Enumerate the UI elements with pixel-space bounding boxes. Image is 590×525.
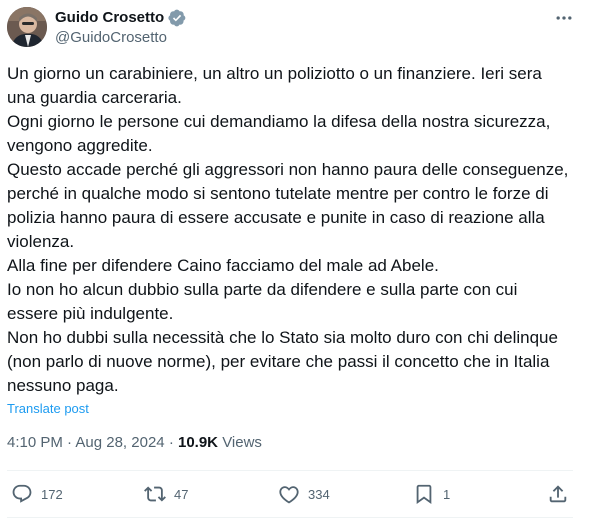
post-time[interactable]: 4:10 PM	[7, 434, 63, 451]
post-date[interactable]: Aug 28, 2024	[75, 434, 164, 451]
tweet-line: Ogni giorno le persone cui demandiamo la…	[7, 112, 551, 155]
author-name-row[interactable]: Guido Crosetto	[55, 8, 186, 28]
avatar[interactable]	[7, 7, 47, 47]
tweet-card: Guido Crosetto @GuidoCrosetto Un giorno …	[0, 0, 590, 525]
tweet-line: Alla fine per difendere Caino facciamo d…	[7, 256, 439, 275]
repost-icon	[144, 486, 166, 502]
tweet-line: Questo accade perché gli aggressori non …	[7, 160, 569, 251]
author-name[interactable]: Guido Crosetto	[55, 8, 164, 28]
action-bar: 172 47 334 1	[0, 471, 590, 517]
tweet-meta: 4:10 PM · Aug 28, 2024 · 10.9K Views	[7, 433, 262, 453]
like-count: 334	[308, 486, 330, 502]
reply-button[interactable]: 172	[11, 483, 63, 505]
bookmark-button[interactable]: 1	[413, 483, 450, 505]
tweet-line: Io non ho alcun dubbio sulla parte da di…	[7, 280, 518, 323]
divider	[7, 517, 573, 518]
tweet-line: Non ho dubbi sulla necessità che lo Stat…	[7, 328, 558, 395]
tweet-line: Un giorno un carabiniere, un altro un po…	[7, 64, 542, 107]
avatar-image	[7, 7, 47, 47]
tweet-text: Un giorno un carabiniere, un altro un po…	[7, 62, 572, 398]
views-count: 10.9K	[177, 434, 219, 451]
verified-badge-icon	[168, 9, 186, 27]
more-horizontal-icon	[556, 16, 572, 20]
share-button[interactable]	[547, 483, 569, 505]
repost-button[interactable]: 47	[144, 483, 188, 505]
reply-icon	[12, 484, 32, 503]
more-options-button[interactable]	[552, 7, 576, 29]
meta-separator: ·	[168, 434, 174, 451]
translate-post-link[interactable]: Translate post	[7, 400, 89, 418]
heart-icon	[279, 486, 299, 504]
author-handle[interactable]: @GuidoCrosetto	[55, 28, 167, 48]
like-button[interactable]: 334	[278, 483, 330, 505]
bookmark-count: 1	[443, 486, 451, 502]
meta-separator: ·	[67, 434, 73, 451]
reply-count: 172	[41, 486, 63, 502]
share-icon	[549, 485, 567, 503]
repost-count: 47	[174, 486, 189, 502]
bookmark-icon	[416, 484, 432, 505]
views-label: Views	[222, 434, 262, 451]
